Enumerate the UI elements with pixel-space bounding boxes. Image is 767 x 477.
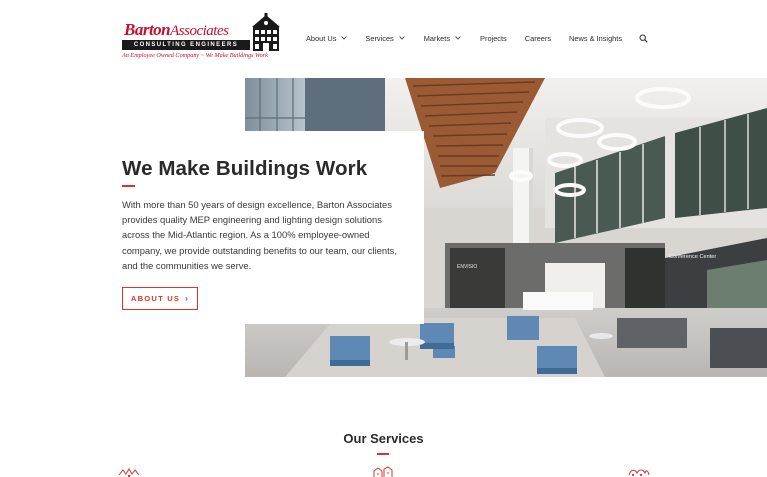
services-heading: Our Services [343,431,424,446]
lighting-icon[interactable] [118,466,140,477]
mep-icon[interactable] [372,466,394,477]
logo-wordmark: BartonAssociates CONSULTING ENGINEERS An… [122,13,268,61]
nav-item-careers[interactable]: Careers [525,34,551,43]
search-icon[interactable] [639,34,648,43]
nav-item-label: Services [365,33,394,43]
about-us-button[interactable]: ABOUT US › [122,287,198,310]
services-underline [377,453,389,455]
nav-item-services[interactable]: Services [365,33,405,43]
logo-tagline: An Employee Owned Company ~ We Make Buil… [122,52,268,59]
nav-item-about-us[interactable]: About Us [306,33,348,43]
logo-name-bold: Barton [124,20,171,39]
chevron-down-icon [341,36,348,40]
conference-center-sign: Conference Center [669,254,716,260]
site-header: BartonAssociates CONSULTING ENGINEERS An… [0,0,767,72]
nav-item-news-insights[interactable]: News & Insights [569,34,622,43]
logo-name: BartonAssociates [124,20,229,40]
chevron-down-icon [455,36,461,40]
chevron-right-icon: › [185,294,190,303]
systems-icon[interactable] [627,466,651,477]
hero-title: We Make Buildings Work [122,157,368,180]
svg-text:ENVISIO: ENVISIO [457,264,477,270]
nav-item-projects[interactable]: Projects [480,34,507,43]
nav-item-label: Markets [423,33,451,43]
logo-subtitle: CONSULTING ENGINEERS [122,40,250,50]
hero-card: We Make Buildings Work With more than 50… [98,131,424,324]
barton-associates-logo[interactable]: BartonAssociates CONSULTING ENGINEERS An… [122,13,280,61]
nav-item-label: About Us [306,33,337,43]
nav-item-label: Careers [524,33,552,43]
about-us-button-label: ABOUT US [130,294,181,303]
hero-description: With more than 50 years of design excell… [122,199,397,271]
title-underline [122,185,135,187]
nav-item-markets[interactable]: Markets [424,34,461,43]
nav-item-label: News & Insights [569,33,623,43]
chevron-down-icon [399,36,405,40]
logo-name-light: Associates [170,23,229,39]
building-icon [252,13,280,51]
nav-item-label: Projects [480,33,507,43]
main-nav: About Us Services Markets Projects Caree… [306,31,648,45]
